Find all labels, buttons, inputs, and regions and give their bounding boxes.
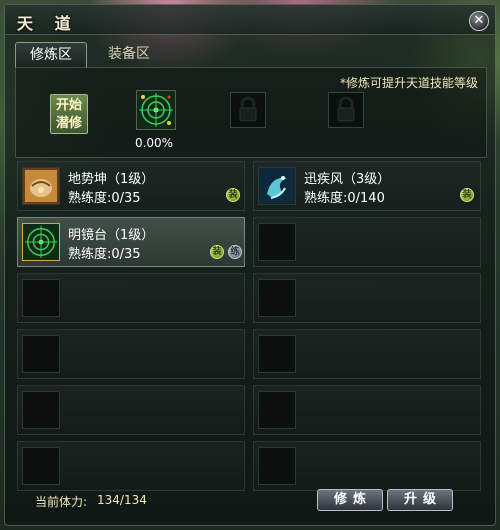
- mirror-target-icon: [23, 224, 59, 260]
- empty-skill-slot: [22, 391, 60, 429]
- stamina-value: 134/134: [97, 493, 147, 507]
- tiandao-window: 天 道 ✕ 修炼区 装备区 *修炼可提升天道技能等级 开始 潜修 0.00% 地…: [4, 4, 496, 526]
- skill-proficiency: 熟练度:0/35: [68, 191, 141, 206]
- wind-swirl-icon: [259, 168, 295, 204]
- locked-slot-1[interactable]: [230, 92, 266, 128]
- skill-cell-xunjifeng[interactable]: 迅疾风（3级） 熟练度:0/140 装: [253, 161, 481, 211]
- upgrade-button[interactable]: 升级: [387, 489, 453, 511]
- title-bar[interactable]: 天 道 ✕: [5, 5, 495, 35]
- mirror-target-icon: [137, 91, 175, 129]
- skill-proficiency: 熟练度:0/35: [68, 247, 141, 262]
- skill-cell-empty[interactable]: [253, 273, 481, 323]
- skill-cell-empty[interactable]: [17, 441, 245, 491]
- skill-cell-empty[interactable]: [17, 273, 245, 323]
- skill-cell-empty[interactable]: [253, 329, 481, 379]
- tab-equipment[interactable]: 装备区: [93, 42, 165, 68]
- skill-icon-slot: [22, 223, 60, 261]
- skill-name: 地势坤（1级）: [68, 172, 155, 187]
- stamina-label: 当前体力:: [35, 495, 88, 509]
- empty-skill-slot: [258, 279, 296, 317]
- skill-cell-mingjingtai[interactable]: 明镜台（1级） 熟练度:0/35 装 练: [17, 217, 245, 267]
- cultivation-progress: 0.00%: [134, 136, 174, 150]
- lock-icon: [239, 96, 257, 122]
- skill-icon-slot: [258, 167, 296, 205]
- skill-name: 明镜台（1级）: [68, 228, 155, 243]
- equip-badge-icon[interactable]: 装: [460, 188, 474, 202]
- skill-cell-empty[interactable]: [253, 217, 481, 267]
- empty-skill-slot: [22, 279, 60, 317]
- start-cultivation-button[interactable]: 开始 潜修: [50, 94, 88, 134]
- empty-skill-slot: [258, 391, 296, 429]
- skill-cell-empty[interactable]: [17, 329, 245, 379]
- cultivating-skill-slot[interactable]: [136, 90, 176, 130]
- skill-icon-slot: [22, 167, 60, 205]
- empty-skill-slot: [22, 447, 60, 485]
- cultivate-badge-icon[interactable]: 练: [228, 245, 242, 259]
- close-icon: ✕: [473, 13, 485, 28]
- close-button[interactable]: ✕: [469, 11, 489, 31]
- skill-cell-empty[interactable]: [17, 385, 245, 435]
- locked-slot-2[interactable]: [328, 92, 364, 128]
- tab-cultivation[interactable]: 修炼区: [15, 42, 87, 68]
- skill-proficiency: 熟练度:0/140: [304, 191, 385, 206]
- earth-fist-icon: [23, 168, 59, 204]
- empty-skill-slot: [258, 223, 296, 261]
- skill-cell-empty[interactable]: [253, 385, 481, 435]
- skill-cell-dishikun[interactable]: 地势坤（1级） 熟练度:0/35 装: [17, 161, 245, 211]
- skill-cell-empty[interactable]: [253, 441, 481, 491]
- cultivation-tip: *修炼可提升天道技能等级: [339, 76, 478, 90]
- cultivation-panel: *修炼可提升天道技能等级 开始 潜修 0.00%: [15, 67, 487, 158]
- equip-badge-icon[interactable]: 装: [210, 245, 224, 259]
- skill-name: 迅疾风（3级）: [304, 172, 391, 187]
- start-button-line2: 潜修: [55, 116, 82, 131]
- empty-skill-slot: [258, 335, 296, 373]
- window-title: 天 道: [17, 14, 79, 33]
- empty-skill-slot: [22, 335, 60, 373]
- cultivate-button[interactable]: 修炼: [317, 489, 383, 511]
- lock-icon: [337, 96, 355, 122]
- start-button-line1: 开始: [55, 98, 82, 113]
- equip-badge-icon[interactable]: 装: [226, 188, 240, 202]
- empty-skill-slot: [258, 447, 296, 485]
